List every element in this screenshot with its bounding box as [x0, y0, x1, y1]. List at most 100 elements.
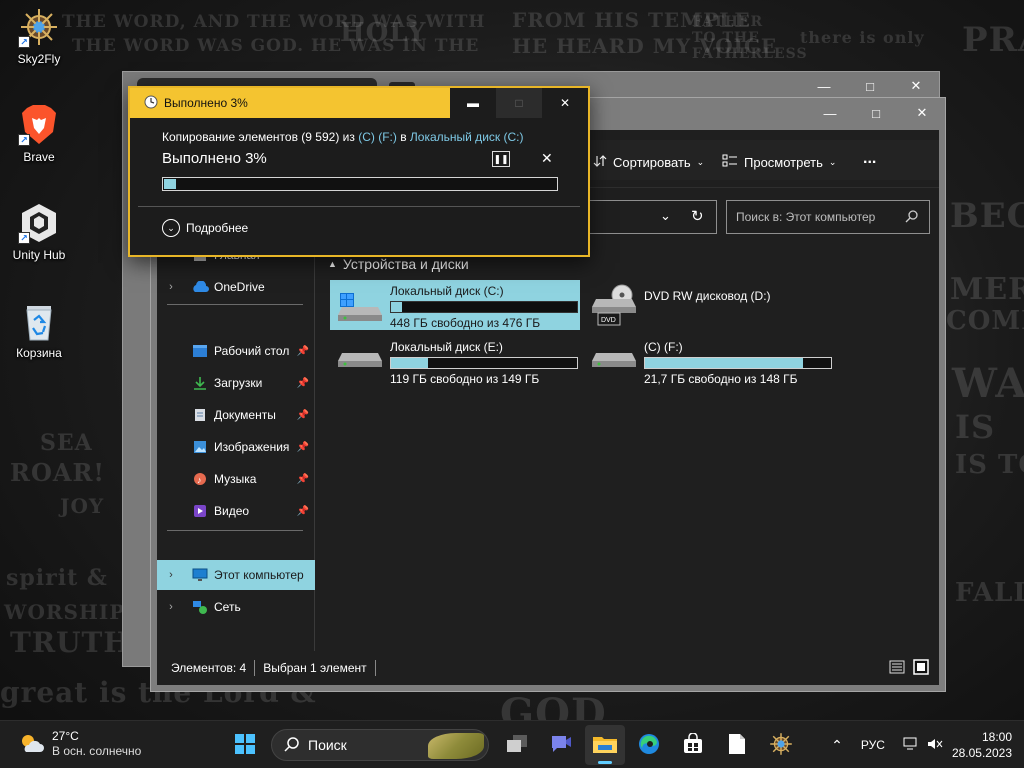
details-view-icon[interactable] [889, 660, 905, 677]
nav-item-video[interactable]: Видео 📌 [157, 496, 315, 526]
status-bar: Элементов: 4 Выбран 1 элемент [157, 651, 939, 685]
wallpaper-text: PRA [962, 20, 1024, 60]
system-clock[interactable]: 18:00 28.05.2023 [952, 729, 1024, 761]
chevron-down-icon[interactable]: ⌄ [660, 208, 671, 224]
nav-label: Сеть [214, 600, 241, 614]
more-details-label: Подробнее [186, 221, 249, 235]
chat-video-icon [549, 733, 573, 758]
drive-name: DVD RW дисковод (D:) [644, 289, 771, 303]
shortcut-arrow-icon: ↗ [18, 232, 30, 244]
nav-item-pictures[interactable]: Изображения 📌 [157, 432, 315, 462]
drive-free-space: 119 ГБ свободно из 149 ГБ [390, 372, 540, 386]
pin-icon[interactable]: 📌 [297, 474, 309, 485]
nav-item-documents[interactable]: Документы 📌 [157, 400, 315, 430]
wallpaper-text: COME TO [946, 306, 1024, 336]
nav-item-music[interactable]: ♪ Музыка 📌 [157, 464, 315, 494]
tiles-view-icon[interactable] [913, 659, 929, 678]
weather-widget[interactable]: 27°C В осн. солнечно [18, 729, 141, 759]
start-button[interactable] [225, 725, 265, 765]
nav-label: Загрузки [214, 376, 263, 390]
nav-label: Музыка [214, 472, 257, 486]
nav-item-onedrive[interactable]: › OneDrive [157, 272, 315, 302]
edge-button[interactable] [629, 725, 669, 765]
system-tray: ⌃ РУС 18:00 28.05.2023 [822, 721, 1024, 768]
maximize-icon[interactable]: □ [847, 72, 893, 100]
maximize-button[interactable]: □ [853, 98, 899, 128]
picture-icon [191, 439, 209, 455]
sort-icon [593, 154, 607, 171]
drive-usage-bar [644, 357, 832, 369]
pause-button[interactable]: ❚❚ [492, 151, 510, 167]
taskbar-search-label: Поиск [308, 737, 347, 753]
copy-description-mid: в [396, 130, 410, 144]
nav-label: Изображения [214, 440, 290, 454]
nav-label: Видео [214, 504, 250, 518]
document-icon [191, 407, 209, 423]
show-hidden-icons-button[interactable]: ⌃ [822, 737, 852, 754]
nav-item-network[interactable]: › Сеть [157, 592, 315, 622]
notepad-button[interactable] [717, 725, 757, 765]
nav-item-this-pc[interactable]: › Этот компьютер [157, 560, 315, 590]
search-input[interactable]: Поиск в: Этот компьютер [726, 200, 930, 234]
drive-e[interactable]: Локальный диск (E:) 119 ГБ свободно из 1… [330, 336, 580, 386]
drive-d[interactable]: DVD DVD RW дисковод (D:) [584, 280, 834, 330]
copy-status: Выполнено 3% [162, 150, 267, 167]
hard-drive-icon [590, 339, 638, 383]
more-options-button[interactable]: ... [863, 150, 876, 168]
cancel-copy-button[interactable]: ✕ [541, 150, 553, 167]
nav-item-desktop[interactable]: Рабочий стол 📌 [157, 336, 315, 366]
dialog-close-button[interactable]: ✕ [542, 88, 588, 118]
pin-icon[interactable]: 📌 [297, 378, 309, 389]
dialog-minimize-button[interactable]: ▬ [450, 88, 496, 118]
file-explorer-taskbar-button[interactable] [585, 725, 625, 765]
chevron-down-icon: ⌄ [696, 157, 705, 167]
chevron-right-icon[interactable]: › [161, 569, 181, 581]
nav-divider [167, 530, 303, 531]
ship-wheel-icon: ↗ [18, 6, 60, 48]
copy-destination-link[interactable]: Локальный диск (C:) [410, 130, 524, 144]
copy-progress-fill [164, 179, 176, 189]
minimize-button[interactable]: — [807, 98, 853, 128]
refresh-icon[interactable]: ↻ [691, 207, 704, 225]
more-details-button[interactable]: ⌄ Подробнее [162, 219, 248, 237]
close-button[interactable]: ✕ [899, 98, 945, 128]
chevron-right-icon[interactable]: › [161, 601, 181, 613]
network-volume-button[interactable] [894, 737, 952, 754]
hard-drive-icon [336, 339, 384, 383]
chevron-right-icon[interactable]: › [161, 281, 181, 293]
copy-source-link[interactable]: (C) (F:) [358, 130, 397, 144]
wallpaper-text: ROAR! [10, 458, 105, 487]
dialog-title-bar[interactable]: Выполнено 3% ▬ □ ✕ [130, 88, 588, 118]
sort-button[interactable]: Сортировать ⌄ [593, 154, 704, 171]
group-header[interactable]: ▲ Устройства и диски [328, 256, 469, 272]
desktop-icon-recycle-bin[interactable]: Корзина [4, 300, 74, 360]
pin-icon[interactable]: 📌 [297, 410, 309, 421]
pin-icon[interactable]: 📌 [297, 506, 309, 517]
drive-usage-fill [391, 358, 429, 368]
language-indicator[interactable]: РУС [852, 738, 894, 752]
close-icon[interactable]: ✕ [893, 72, 939, 100]
minimize-icon[interactable]: — [801, 72, 847, 100]
desktop-icon-sky2fly[interactable]: ↗ Sky2Fly [4, 6, 74, 66]
teams-chat-button[interactable] [541, 725, 581, 765]
pin-icon[interactable]: 📌 [297, 442, 309, 453]
store-button[interactable] [673, 725, 713, 765]
sky2fly-taskbar-button[interactable] [761, 725, 801, 765]
wallpaper-text: FATHER TO THE FATHERLESS [692, 14, 808, 62]
view-button[interactable]: Просмотреть ⌄ [722, 154, 836, 171]
task-view-button[interactable] [497, 725, 537, 765]
chevron-up-icon: ⌃ [831, 736, 843, 753]
desktop-icon-label: Корзина [16, 346, 62, 360]
group-header-label: Устройства и диски [342, 256, 469, 272]
video-icon [191, 503, 209, 519]
copy-progress-dialog[interactable]: Выполнено 3% ▬ □ ✕ Копирование элементов… [128, 86, 590, 257]
taskbar-search[interactable]: Поиск [271, 729, 489, 761]
desktop-icon-unity-hub[interactable]: ↗ Unity Hub [4, 202, 74, 262]
drive-f[interactable]: (C) (F:) 21,7 ГБ свободно из 148 ГБ [584, 336, 834, 386]
status-divider [374, 660, 376, 676]
nav-item-downloads[interactable]: Загрузки 📌 [157, 368, 315, 398]
document-page-icon [728, 733, 746, 758]
desktop-icon-brave[interactable]: ↗ Brave [4, 104, 74, 164]
pin-icon[interactable]: 📌 [297, 346, 309, 357]
drive-c[interactable]: Локальный диск (C:) 448 ГБ свободно из 4… [330, 280, 580, 330]
